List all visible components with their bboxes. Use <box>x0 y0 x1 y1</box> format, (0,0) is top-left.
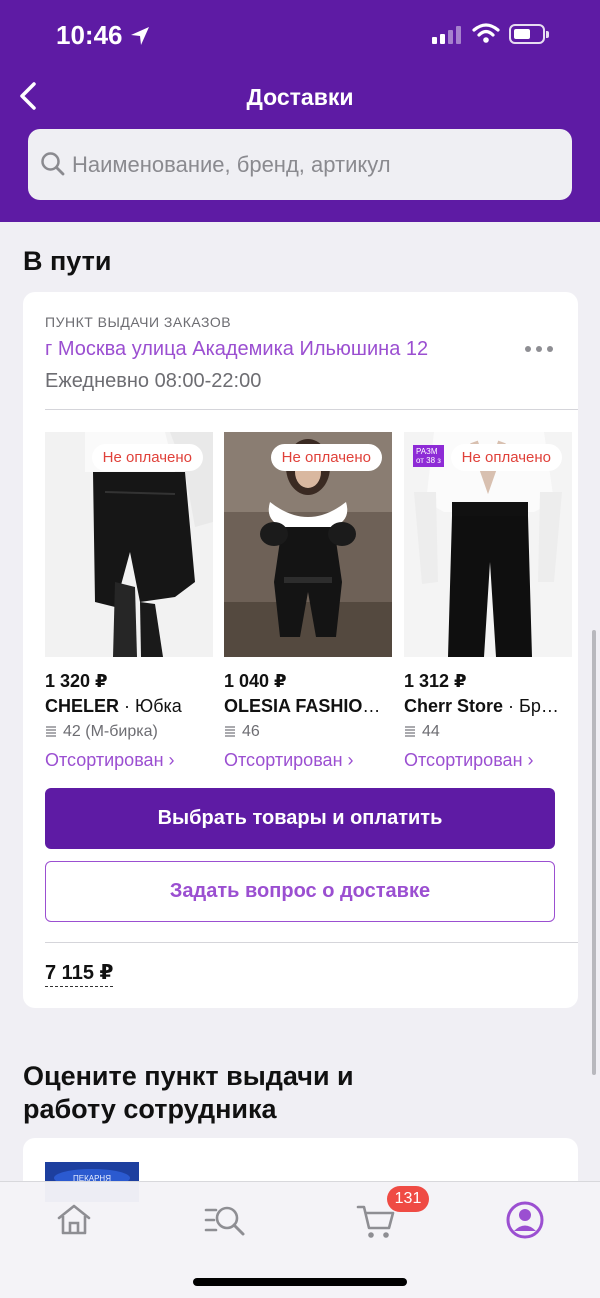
product-category: · Бр… <box>503 696 559 716</box>
product-size-value: 46 <box>242 723 260 740</box>
product-size: 44 <box>404 723 440 741</box>
size-promo-tag: РАЗМ от 38 з <box>413 445 444 467</box>
search-bar[interactable] <box>28 129 572 200</box>
header: 10:46 Доставки <box>0 0 600 222</box>
product-image[interactable]: Не оплачено <box>224 432 392 657</box>
order-status-link[interactable]: Отсортирован › <box>45 750 175 771</box>
product-brand: CHELER <box>45 696 120 716</box>
ask-question-button[interactable]: Задать вопрос о доставке <box>45 861 555 922</box>
size-icon <box>46 726 56 737</box>
product-brand: OLESIA FASHION… <box>224 696 392 716</box>
wifi-icon <box>472 23 500 43</box>
scrollbar[interactable] <box>592 630 596 1075</box>
product-image[interactable]: РАЗМ от 38 з Не оплачено <box>404 432 572 657</box>
product-card[interactable]: РАЗМ от 38 з Не оплачено 1 312 ₽ Cherr St… <box>404 432 572 770</box>
delivery-card: ПУНКТ ВЫДАЧИ ЗАКАЗОВ г Москва улица Акад… <box>23 292 578 1008</box>
product-brand: Cherr Store <box>404 696 504 716</box>
product-category: · Юбка <box>119 696 182 716</box>
pickup-address[interactable]: г Москва улица Академика Ильюшина 12 <box>45 338 428 361</box>
order-status-link[interactable]: Отсортирован › <box>404 750 534 771</box>
search-icon <box>41 152 65 176</box>
page-title: Доставки <box>246 84 354 110</box>
product-price: 1 312 ₽ <box>404 671 467 691</box>
product-size-value: 44 <box>422 723 440 740</box>
product-list: Не оплачено 1 320 ₽ CHELER · Юбка 42 (M-… <box>45 432 578 782</box>
status-time: 10:46 <box>56 20 123 50</box>
product-image[interactable]: Не оплачено <box>45 432 213 657</box>
profile-icon[interactable] <box>503 1198 547 1242</box>
product-size: 46 <box>224 723 260 741</box>
product-card[interactable]: Не оплачено 1 040 ₽ OLESIA FASHION… 46 О… <box>224 432 392 770</box>
cellular-signal-icon <box>432 26 461 44</box>
product-title: OLESIA FASHION… <box>224 696 392 717</box>
section-title-rate: Оцените пункт выдачи и работу сотрудника <box>23 1061 354 1124</box>
product-size-value: 42 (M-бирка) <box>63 723 158 740</box>
product-card[interactable]: Не оплачено 1 320 ₽ CHELER · Юбка 42 (M-… <box>45 432 213 770</box>
home-icon[interactable] <box>52 1198 96 1242</box>
size-icon <box>225 726 235 737</box>
section-title-in-transit: В пути <box>23 246 112 276</box>
search-input[interactable] <box>70 145 554 185</box>
more-options-icon[interactable] <box>525 342 557 356</box>
order-total[interactable]: 7 115 ₽ <box>45 960 114 987</box>
home-indicator <box>193 1278 407 1286</box>
product-title: Cherr Store · Бр… <box>404 696 572 717</box>
product-title: CHELER · Юбка <box>45 696 213 717</box>
product-price: 1 040 ₽ <box>224 671 287 691</box>
divider <box>45 409 578 410</box>
battery-icon <box>509 24 549 44</box>
product-size: 42 (M-бирка) <box>45 723 158 741</box>
payment-status-badge: Не оплачено <box>270 444 382 471</box>
select-and-pay-button[interactable]: Выбрать товары и оплатить <box>45 788 555 849</box>
divider <box>45 942 578 943</box>
pickup-hours: Ежедневно 08:00-22:00 <box>45 370 262 392</box>
pickup-point-label: ПУНКТ ВЫДАЧИ ЗАКАЗОВ <box>45 314 232 330</box>
order-status-link[interactable]: Отсортирован › <box>224 750 354 771</box>
product-price: 1 320 ₽ <box>45 671 108 691</box>
payment-status-badge: Не оплачено <box>450 444 562 471</box>
cart-count-badge: 131 <box>387 1186 429 1212</box>
payment-status-badge: Не оплачено <box>91 444 203 471</box>
location-arrow-icon <box>131 27 149 45</box>
catalog-search-icon[interactable] <box>203 1198 247 1242</box>
size-icon <box>405 726 415 737</box>
